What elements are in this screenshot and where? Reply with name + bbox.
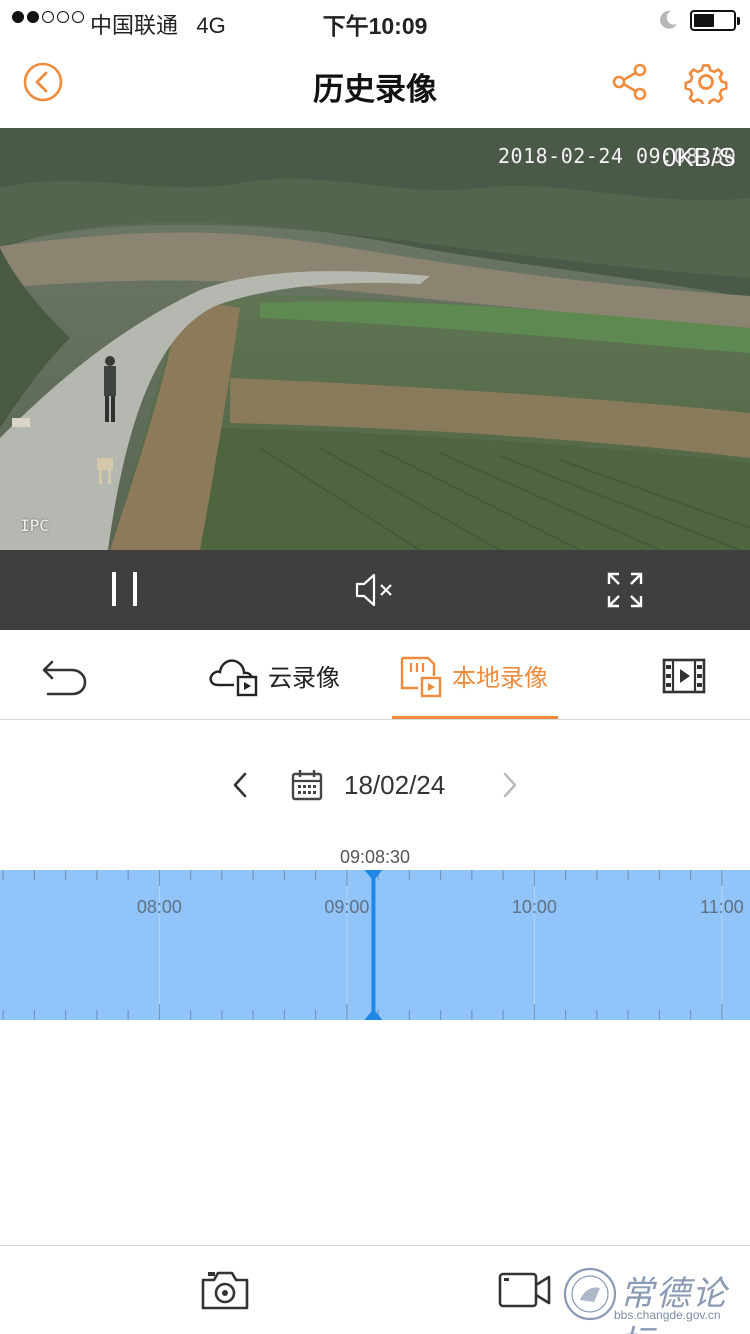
watermark-seal-icon [563,1267,617,1321]
status-time: 下午10:09 [322,13,428,39]
tab-cloud-recording[interactable]: 云录像 [206,650,340,700]
bitrate-readout: 0KB/S [662,142,736,172]
timeline-cursor-bottom-marker [364,1009,383,1020]
timeline-hour-label: 08:00 [137,897,182,917]
chevron-right-icon[interactable] [496,770,524,800]
video-record-icon[interactable] [497,1268,553,1312]
timeline-scale: 08:00 09:00 10:00 11:00 [2,870,744,1020]
recording-source-tabs: 云录像 本地录像 [0,630,750,720]
tab-local-recording[interactable]: 本地录像 [398,650,548,700]
speaker-muted-icon[interactable] [353,568,397,612]
selected-date[interactable]: 18/02/24 [344,770,445,801]
do-not-disturb-moon-icon [660,10,677,29]
timeline-cursor-time: 09:08:30 [339,847,411,867]
watermark-url: bbs.changde.gov.cn [614,1308,721,1322]
battery-icon [690,10,740,31]
camera-icon[interactable] [199,1268,251,1312]
watermark-title: 常德论坛 [620,1274,728,1334]
status-bar: 中国联通 4G 下午10:09 [0,0,750,40]
timeline-hour-label: 11:00 [700,897,744,917]
active-tab-indicator [392,716,558,719]
pause-icon[interactable] [104,568,148,612]
timeline-cursor-top-marker [364,870,383,881]
gear-icon[interactable] [684,60,728,104]
timeline-hour-label: 10:00 [512,897,557,917]
calendar-icon[interactable] [290,768,324,802]
share-icon[interactable] [610,62,650,102]
forum-watermark: 常德论坛 bbs.changde.gov.cn [560,1262,746,1334]
timeline-hour-label: 09:00 [324,897,369,917]
date-picker: 18/02/24 [0,760,750,810]
navigation-bar: 历史录像 [0,40,750,128]
film-strip-icon[interactable] [662,656,706,696]
sd-card-video-icon [400,656,442,698]
cloud-video-icon [209,659,258,697]
recording-timeline[interactable]: 08:00 09:00 10:00 11:00 [0,870,750,1020]
camera-label: IPC [20,516,49,535]
history-recording-screen: 中国联通 4G 下午10:09 历史录像 2018-02-24 09:08:30… [0,0,750,1334]
video-player[interactable]: 2018-02-24 09:08:30 0KB/S IPC [0,128,750,550]
tab-cloud-label: 云录像 [268,664,340,692]
tab-local-label: 本地录像 [452,664,548,692]
chevron-left-icon[interactable] [226,770,254,800]
video-controls [0,550,750,630]
undo-arrow-icon[interactable] [40,654,90,698]
fullscreen-icon[interactable] [603,568,647,612]
video-frame-image [0,128,750,550]
